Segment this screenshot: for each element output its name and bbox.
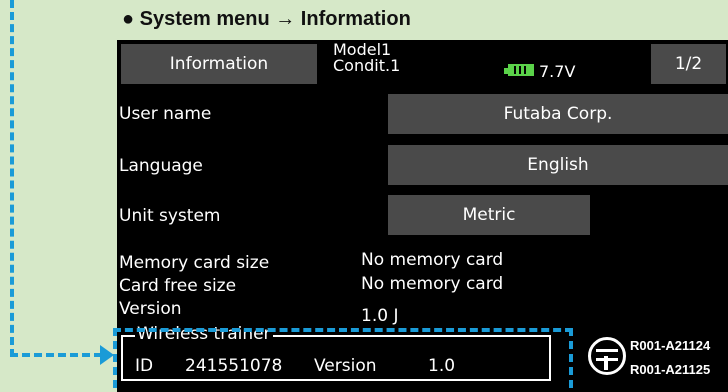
certification-mark-stem <box>604 356 608 370</box>
language-label: Language <box>119 156 203 176</box>
certification-number-2: R001-A21125 <box>630 362 711 377</box>
battery-voltage: 7.7V <box>539 62 576 81</box>
user-name-label: User name <box>119 104 212 124</box>
tab-information-label: Information <box>169 54 269 74</box>
language-value: English <box>527 155 589 175</box>
condition-name: Condit.1 <box>333 56 401 75</box>
certification-number-1: R001-A21124 <box>630 338 711 353</box>
memory-card-size-label: Memory card size <box>119 253 270 273</box>
unit-system-button[interactable]: Metric <box>388 195 590 235</box>
highlight-dashed-box <box>113 328 573 388</box>
tab-information[interactable]: Information <box>121 44 317 84</box>
unit-system-value: Metric <box>462 205 516 225</box>
callout-dashed-line <box>10 0 14 357</box>
card-free-size-value: No memory card <box>361 274 504 294</box>
user-name-value: Futaba Corp. <box>503 104 613 124</box>
battery-icon <box>504 64 534 76</box>
arrow-right-icon <box>100 345 114 365</box>
user-name-button[interactable]: Futaba Corp. <box>388 94 728 134</box>
version-label: Version <box>119 299 182 319</box>
language-button[interactable]: English <box>388 145 728 185</box>
card-free-size-label: Card free size <box>119 276 237 296</box>
model-info: Model1 Condit.1 <box>333 42 400 74</box>
version-value: 1.0 J <box>361 306 399 326</box>
page-heading: ● System menu → Information <box>122 8 411 30</box>
callout-dashed-connector <box>10 353 102 357</box>
page-indicator-button[interactable]: 1/2 <box>651 44 726 84</box>
unit-system-label: Unit system <box>119 206 221 226</box>
memory-card-size-value: No memory card <box>361 250 504 270</box>
page-indicator: 1/2 <box>674 54 703 74</box>
